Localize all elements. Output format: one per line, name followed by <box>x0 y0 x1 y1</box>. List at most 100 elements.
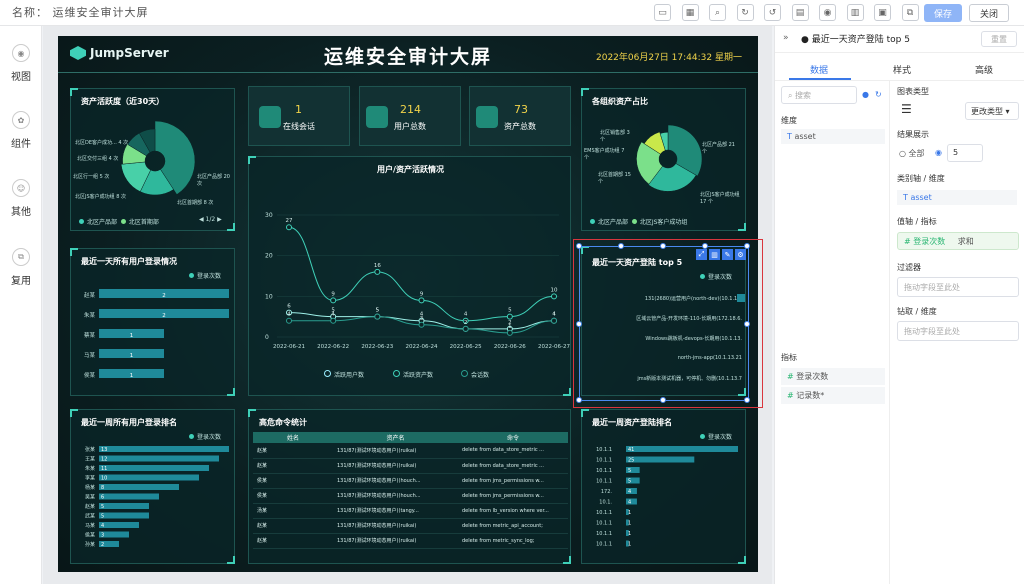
resize-handle[interactable] <box>744 397 750 403</box>
org-assets-panel[interactable]: 各组织资产占比 北区销售部 3 个 EMS客户成功组 7 个 北区首期部 15 … <box>581 88 746 231</box>
bar-value-label: 1 <box>628 542 631 548</box>
result-label: 结果展示 <box>897 130 929 139</box>
table-cell: 赵某 <box>253 443 333 459</box>
search-icon[interactable]: ⌕ <box>709 4 726 21</box>
stat-online-sessions[interactable]: 1 在线会话 <box>248 86 350 146</box>
asset-activity-panel[interactable]: 资产活跃度（近30天） 北区DE客户成功... 4 次 北区交付三组 4 次 北… <box>70 88 235 231</box>
layout-icon[interactable]: ▦ <box>681 4 699 21</box>
resize-handle[interactable] <box>576 397 582 403</box>
commands-panel[interactable]: 高危命令统计 姓名 资产名 命令 赵某 131/87(测试环境动态用户)(ruik… <box>248 409 571 564</box>
y-tick-label: 10 <box>265 293 273 300</box>
top-toolbar: 名称： 运维安全审计大屏 ▭ ▦ ⌕ ↻ ↺ ▤ ◉ ▥ ▣ ⧉ 保存 关闭 <box>0 0 1024 26</box>
table-cell: 赵某 <box>253 533 333 549</box>
view-icon: ◉ <box>12 44 30 62</box>
left-sidebar: ◉ 视图 ✿ 组件 ☺ 其他 ⧉ 复用 <box>0 26 42 584</box>
table-cell: 赵某 <box>253 458 333 474</box>
radio-all[interactable]: ○ 全部 <box>899 148 925 159</box>
copy-icon[interactable]: ⧉ <box>901 4 919 21</box>
refresh-icon[interactable]: ↻ <box>736 4 754 21</box>
table-row[interactable]: 侯某 131/87(测试环境动态用户)(houch... delete from j… <box>253 488 568 504</box>
selection-box: ⤢ ▥ ✎ ⚙ <box>576 243 750 403</box>
line-legend: 活跃资产数 <box>393 370 433 379</box>
pie-label: 北区JS客户成功组 8 次 <box>75 194 127 200</box>
resize-handle[interactable] <box>618 243 624 249</box>
bar-value-label: 1 <box>628 510 631 516</box>
bar <box>626 446 738 452</box>
undo-icon[interactable]: ↺ <box>764 4 781 21</box>
sidebar-item-other[interactable]: ☺ 其他 <box>0 169 42 229</box>
bar-value-label: 12 <box>101 457 107 463</box>
other-icon: ☺ <box>12 179 30 197</box>
resize-handle[interactable] <box>576 243 582 249</box>
save-button[interactable]: 保存 <box>924 4 962 22</box>
collapse-icon[interactable]: » <box>783 33 789 43</box>
table-cell: 131/87(测试环境动态用户)(ruikai) <box>333 518 458 534</box>
filter-label: 过滤器 <box>897 263 921 272</box>
table-cell: 侯某 <box>253 473 333 489</box>
value-field[interactable]: # 登录次数 求和 <box>897 232 1019 250</box>
edit-icon[interactable]: ✎ <box>722 249 733 260</box>
table-row[interactable]: 赵某 131/87(测试环境动态用户)(ruikai) delete from me… <box>253 533 568 549</box>
table-row[interactable]: 赵某 131/87(测试环境动态用户)(ruikai) delete from da… <box>253 458 568 474</box>
stat-assets[interactable]: 73 资产总数 <box>469 86 571 146</box>
tab-style[interactable]: 样式 <box>893 63 911 76</box>
commands-table: 姓名 资产名 命令 赵某 131/87(测试环境动态用户)(ruikai) dele… <box>253 432 568 549</box>
pie-pager[interactable]: ◀ 1/2 ▶ <box>199 216 222 223</box>
col-header: 姓名 <box>253 432 333 443</box>
pie-label: 北区产品部 20 次 <box>197 174 230 187</box>
drill-label: 钻取 / 维度 <box>897 307 937 316</box>
bar <box>99 512 149 519</box>
filter-drop-zone[interactable]: 拖动字段至此处 <box>897 277 1019 297</box>
bar-category-label: 赵某 <box>85 503 95 510</box>
field-search-input[interactable]: ⌕ 搜索 <box>781 86 857 104</box>
bar-chart-icon[interactable]: ▥ <box>709 249 720 260</box>
resize-handle[interactable] <box>660 243 666 249</box>
reset-button[interactable]: 重置 <box>981 31 1017 47</box>
bar <box>99 474 199 481</box>
axis-field[interactable]: T asset <box>897 190 1017 205</box>
bar-value-label: 1 <box>130 333 134 339</box>
result-count-input[interactable]: 5 <box>947 144 983 162</box>
add-field-icon[interactable]: ● <box>862 90 869 99</box>
table-cell: delete from metric_sync_log; <box>458 533 568 549</box>
dimension-field[interactable]: T asset <box>781 129 885 144</box>
change-type-select[interactable]: 更改类型 ▾ <box>965 102 1019 120</box>
table-row[interactable]: 赵某 131/87(测试环境动态用户)(ruikai) delete from da… <box>253 443 568 459</box>
bar-value-label: 6 <box>101 495 104 501</box>
sidebar-item-view[interactable]: ◉ 视图 <box>0 34 42 94</box>
qr-icon[interactable]: ▣ <box>874 4 891 21</box>
grid-icon[interactable]: ▥ <box>846 4 864 21</box>
metric-label: 指标 <box>781 353 797 362</box>
login-week-panel[interactable]: 最近一周所有用户登录排名 登录次数 张某 13 王某 12 朱某 11 李某 10 杨某 8 吴某 6… <box>70 409 235 564</box>
sidebar-item-reuse[interactable]: ⧉ 复用 <box>0 238 42 298</box>
stat-users[interactable]: 214 用户总数 <box>359 86 461 146</box>
eye-icon[interactable]: ◉ <box>819 4 836 21</box>
resize-handle[interactable] <box>660 397 666 403</box>
table-row[interactable]: 侯某 131/87(测试环境动态用户)(houch... delete from j… <box>253 473 568 489</box>
asset-week-panel[interactable]: 最近一周资产登陆排名 登录次数 10.1.1 41 10.1.1 25 10.1.1 5 1… <box>581 409 746 564</box>
expand-icon[interactable]: ⤢ <box>696 249 707 260</box>
gear-icon[interactable]: ⚙ <box>735 249 746 260</box>
phone-icon[interactable]: ▭ <box>654 4 671 21</box>
radio-number[interactable]: ◉ <box>935 148 942 157</box>
sidebar-item-component[interactable]: ✿ 组件 <box>0 101 42 161</box>
component-icon: ✿ <box>12 111 30 129</box>
drill-drop-zone[interactable]: 拖动字段至此处 <box>897 321 1019 341</box>
resize-handle[interactable] <box>576 321 582 327</box>
data-label: 9 <box>420 291 424 297</box>
refresh-icon[interactable]: ↻ <box>875 90 882 99</box>
login-day-panel[interactable]: 最近一天所有用户登录情况 登录次数 赵某 2 朱某 2 蔡某 1 马某 1 侯某 1 <box>70 248 235 396</box>
bar-value-label: 4 <box>628 489 631 495</box>
file-icon[interactable]: ▤ <box>791 4 809 21</box>
metric-field[interactable]: # 登录次数 <box>781 368 885 385</box>
tab-data[interactable]: 数据 <box>810 63 828 76</box>
tab-advanced[interactable]: 高级 <box>975 63 993 76</box>
table-row[interactable]: 赵某 131/87(测试环境动态用户)(ruikai) delete from me… <box>253 518 568 534</box>
close-button[interactable]: 关闭 <box>969 4 1009 22</box>
table-row[interactable]: 汤某 131/87(测试环境动态用户)(tangy... delete from l… <box>253 503 568 519</box>
metric-field[interactable]: # 记录数* <box>781 387 885 404</box>
dimension-label: 维度 <box>781 116 797 125</box>
activity-line-chart-panel[interactable]: 用户/资产活跃情况 0 10 20 30 2022-06-21 2022-06-22 202… <box>248 156 571 396</box>
activity-line-chart: 0 10 20 30 2022-06-21 2022-06-22 2022-06-23 202… <box>265 212 570 350</box>
resize-handle[interactable] <box>744 321 750 327</box>
